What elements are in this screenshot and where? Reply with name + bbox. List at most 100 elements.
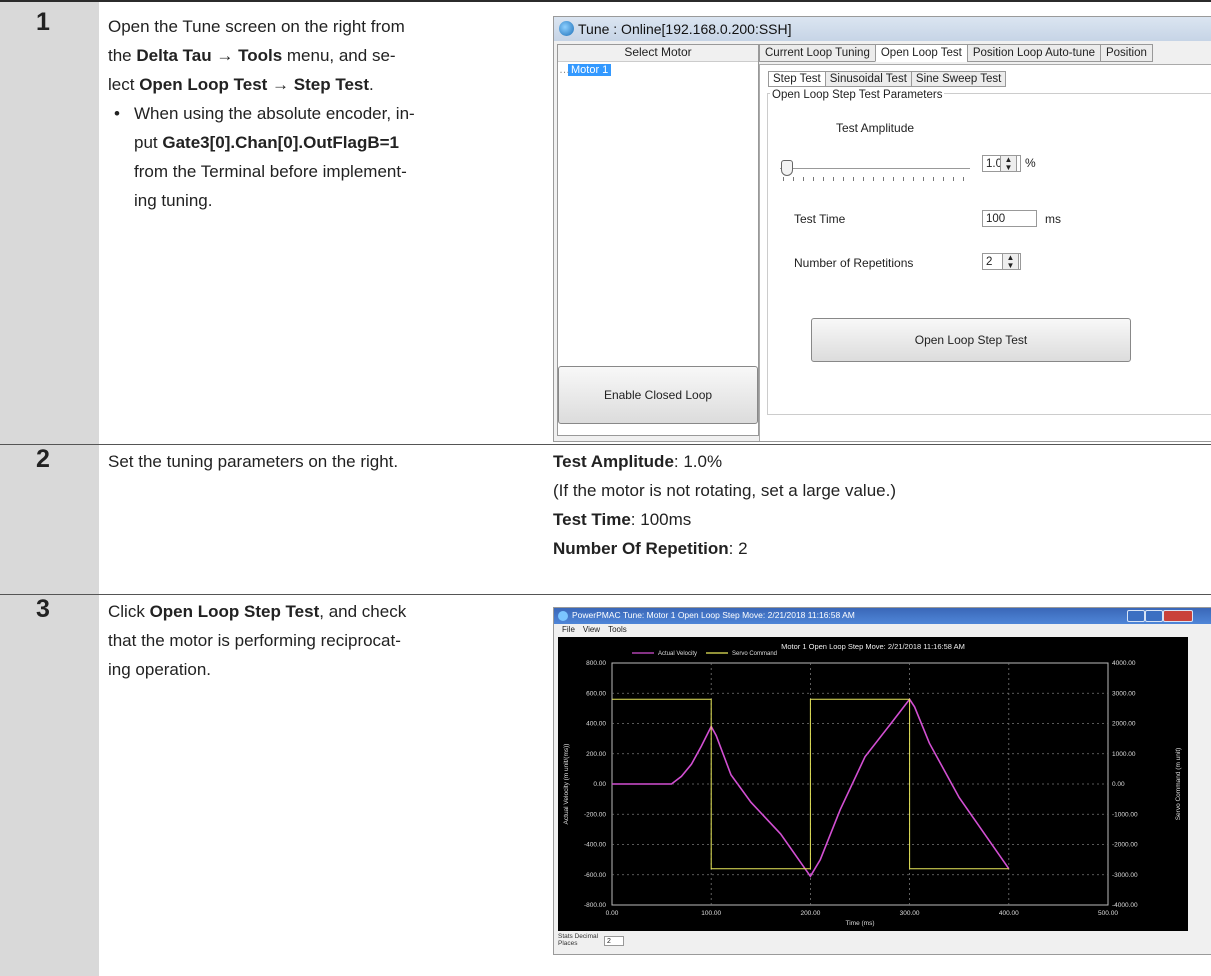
- y-tick-label: -600.00: [584, 872, 606, 879]
- tune-app-icon: [559, 21, 574, 36]
- param-name: Number Of Repetition: [553, 539, 729, 558]
- step-2-text: Set the tuning parameters on the right.: [108, 452, 399, 471]
- menu-file[interactable]: File: [562, 625, 575, 634]
- select-motor-header: Select Motor: [558, 45, 758, 62]
- close-icon[interactable]: [1163, 610, 1193, 622]
- y2-tick-label: 3000.00: [1112, 690, 1136, 697]
- tab-current-loop-tuning[interactable]: Current Loop Tuning: [759, 44, 876, 62]
- test-time-label: Test Time: [794, 212, 846, 226]
- y-tick-label: -800.00: [584, 902, 606, 909]
- y2-tick-label: 0.00: [1112, 781, 1125, 788]
- subtab-step-test[interactable]: Step Test: [768, 71, 826, 87]
- enable-closed-loop-button[interactable]: Enable Closed Loop: [558, 366, 758, 424]
- tune-app-icon: [558, 611, 568, 621]
- tune-window-screenshot: Tune : Online[192.168.0.200:SSH] Select …: [553, 16, 1211, 442]
- step-number-cell: 1: [0, 2, 99, 446]
- decimal-places-label-2: Places: [558, 940, 578, 947]
- chart-title: Motor 1 Open Loop Step Move: 2/21/2018 1…: [781, 642, 965, 651]
- test-amplitude-label: Test Amplitude: [836, 121, 915, 135]
- step-number-cell: 3: [0, 595, 99, 976]
- decimal-places-input[interactable]: 2: [604, 936, 624, 946]
- step-1-text: Open the Tune screen on the right from t…: [108, 12, 405, 99]
- amplitude-unit: %: [1025, 156, 1036, 170]
- y-tick-label: -200.00: [584, 811, 606, 818]
- text-fragment: .: [369, 75, 374, 94]
- param-name: Test Time: [553, 510, 631, 529]
- title-bar: Tune : Online[192.168.0.200:SSH]: [554, 17, 1211, 41]
- step-row-1: 1 Open the Tune screen on the right from…: [0, 0, 1211, 446]
- open-loop-test-panel: Step Test Sinusoidal Test Sine Sweep Test …: [759, 64, 1211, 441]
- velocity-chart: 0.00 100.00 200.00 300.00 400.00 500.00 800.00…: [563, 642, 1182, 927]
- y2-tick-label: 2000.00: [1112, 721, 1136, 728]
- menu-view[interactable]: View: [583, 625, 600, 634]
- menu-name-delta-tau: Delta Tau: [136, 46, 212, 65]
- menu-name-tools: Tools: [238, 46, 283, 65]
- time-unit: ms: [1045, 212, 1061, 226]
- minimize-icon[interactable]: [1127, 610, 1145, 622]
- repetitions-spinner[interactable]: ▲ ▼: [1002, 253, 1019, 270]
- step-number: 3: [36, 595, 50, 623]
- param-note: (If the motor is not rotating, set a lar…: [553, 481, 896, 500]
- plot-area: 0.00 100.00 200.00 300.00 400.00 500.00 800.00…: [558, 637, 1188, 931]
- y2-axis-label: Servo Command (m unit): [1175, 748, 1182, 821]
- text-fragment: When using the absolute encoder, in-: [134, 104, 415, 123]
- subtab-sine-sweep-test[interactable]: Sine Sweep Test: [910, 71, 1007, 87]
- amplitude-slider-track[interactable]: [780, 168, 970, 169]
- y-tick-label: 200.00: [586, 751, 606, 758]
- x-tick-label: 200.00: [800, 910, 820, 917]
- y2-tick-label: -2000.00: [1112, 842, 1138, 849]
- subtab-sinusoidal-test[interactable]: Sinusoidal Test: [824, 71, 912, 87]
- x-tick-label: 0.00: [606, 910, 619, 917]
- y-tick-label: 0.00: [593, 781, 606, 788]
- motor-list-item[interactable]: Motor 1: [559, 64, 612, 76]
- text-fragment: the: [108, 46, 137, 65]
- param-value: : 100ms: [630, 510, 692, 529]
- amplitude-spinner[interactable]: ▲ ▼: [1000, 155, 1017, 172]
- status-bar: Stats Decimal Places: [558, 933, 598, 947]
- parameter-list: Test Amplitude: 1.0% (If the motor is no…: [553, 447, 896, 563]
- x-tick-label: 400.00: [999, 910, 1019, 917]
- group-title: Open Loop Step Test Parameters: [770, 89, 945, 101]
- window-title: Tune : Online[192.168.0.200:SSH]: [578, 21, 792, 37]
- plot-window-screenshot: PowerPMAC Tune: Motor 1 Open Loop Step M…: [553, 607, 1211, 955]
- step-number: 1: [36, 8, 50, 36]
- text-fragment: Click: [108, 602, 150, 621]
- tab-open-loop-test[interactable]: Open Loop Test: [874, 44, 968, 62]
- text-fragment: put: [134, 133, 163, 152]
- x-tick-label: 500.00: [1098, 910, 1118, 917]
- menu-name-open-loop-test: Open Loop Test: [139, 75, 268, 94]
- bullet-text: When using the absolute encoder, in- put…: [134, 99, 534, 215]
- decimal-places-label: Stats Decimal: [558, 933, 599, 940]
- button-name: Open Loop Step Test: [149, 602, 320, 621]
- tab-strip: Current Loop Tuning Open Loop Test Positio…: [759, 44, 1153, 64]
- step-number-cell: 2: [0, 445, 99, 595]
- step-row-2: 2 Set the tuning parameters on the right…: [0, 444, 1211, 595]
- text-fragment: , and check: [319, 602, 407, 621]
- arrow-text: →: [267, 75, 294, 94]
- x-tick-label: 300.00: [900, 910, 920, 917]
- param-value: : 2: [728, 539, 748, 558]
- open-loop-step-test-button[interactable]: Open Loop Step Test: [811, 318, 1131, 362]
- text-fragment: ing tuning.: [134, 191, 213, 210]
- y-tick-label: -400.00: [584, 842, 606, 849]
- plot-menu-bar: File View Tools: [554, 624, 1211, 637]
- x-axis-label: Time (ms): [845, 920, 874, 927]
- text-fragment: menu, and se-: [282, 46, 396, 65]
- step-number: 2: [36, 445, 50, 473]
- maximize-icon[interactable]: [1145, 610, 1163, 622]
- legend-velocity-label: Actual Velocity: [658, 651, 697, 657]
- y-tick-label: 400.00: [586, 721, 606, 728]
- text-fragment: ing operation.: [108, 660, 212, 679]
- amplitude-slider-thumb[interactable]: [781, 160, 793, 176]
- test-time-input[interactable]: 100: [982, 210, 1037, 227]
- repetitions-label: Number of Repetitions: [794, 256, 914, 270]
- y2-tick-label: 4000.00: [1112, 660, 1136, 667]
- text-fragment: lect: [108, 75, 140, 94]
- arrow-text: →: [211, 46, 239, 65]
- subtab-strip: Step Test Sinusoidal Test Sine Sweep Test: [768, 71, 1007, 87]
- tab-position[interactable]: Position: [1099, 44, 1153, 62]
- param-name: Test Amplitude: [553, 452, 674, 471]
- command-text: Gate3[0].Chan[0].OutFlagB=1: [162, 133, 399, 152]
- menu-tools[interactable]: Tools: [608, 625, 627, 634]
- tab-position-loop-auto-tune[interactable]: Position Loop Auto-tune: [966, 44, 1101, 62]
